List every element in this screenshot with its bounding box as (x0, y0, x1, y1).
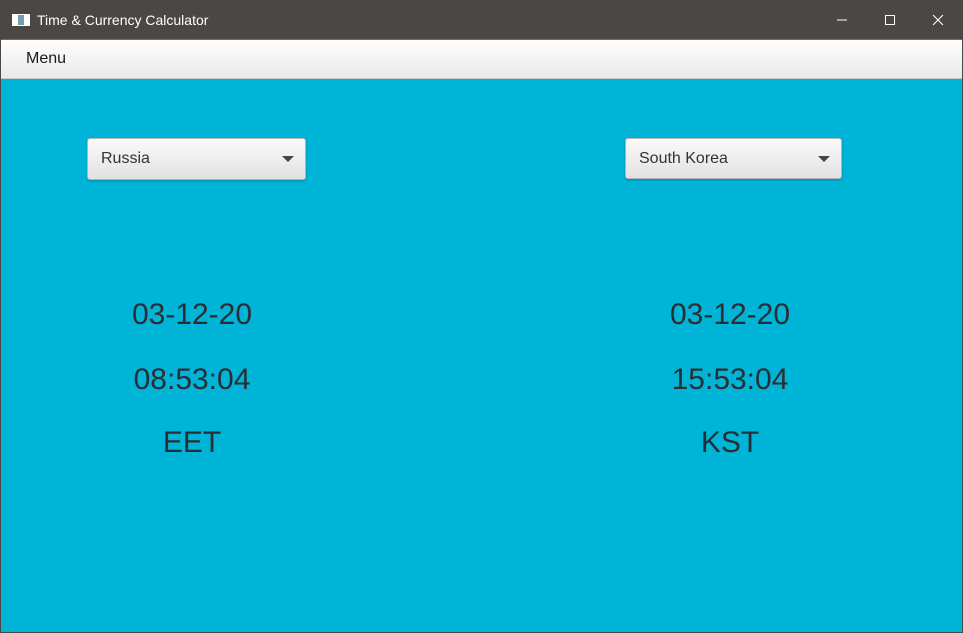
minimize-button[interactable] (818, 1, 866, 39)
chevron-down-icon[interactable] (818, 155, 830, 162)
country-select-left[interactable]: Russia (87, 138, 306, 180)
right-timezone-label: KST (700, 426, 760, 459)
maximize-button[interactable] (866, 1, 914, 39)
left-timezone-label: EET (162, 426, 222, 459)
close-button[interactable] (914, 1, 962, 39)
chevron-down-icon[interactable] (282, 156, 294, 162)
country-select-right[interactable]: South Korea (625, 138, 842, 179)
right-date-label: 03-12-20 (669, 298, 791, 331)
app-window-icon (12, 14, 30, 26)
country-select-right-value: South Korea (639, 149, 728, 167)
left-time-label: 08:53:04 (133, 363, 251, 396)
maximize-icon (885, 15, 895, 25)
minimize-icon (837, 19, 847, 21)
left-date-label: 03-12-20 (131, 298, 253, 331)
window-title: Time & Currency Calculator (37, 12, 209, 28)
menu-button[interactable]: Menu (26, 50, 66, 68)
title-bar[interactable]: Time & Currency Calculator (1, 1, 962, 40)
country-select-left-value: Russia (101, 150, 150, 167)
menu-bar: Menu (1, 40, 962, 79)
app-window: Time & Currency Calculator Menu Russia S… (0, 0, 963, 633)
right-time-label: 15:53:04 (671, 363, 789, 396)
close-icon (932, 14, 944, 26)
